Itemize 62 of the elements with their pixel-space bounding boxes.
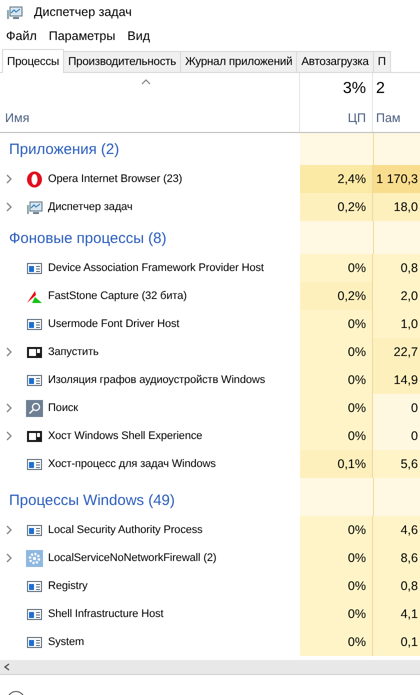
- menu-item[interactable]: Файл: [2, 29, 41, 43]
- column-total: 3%: [342, 80, 366, 98]
- column-header[interactable]: ЦП: [348, 111, 366, 125]
- process-name[interactable]: Usermode Font Driver Host: [48, 318, 180, 330]
- cpu-cell: 0%: [300, 422, 373, 450]
- group-title: Процессы Windows (49): [9, 492, 175, 509]
- process-name[interactable]: Хост Windows Shell Experience: [48, 430, 202, 442]
- process-name[interactable]: Запустить: [48, 346, 99, 358]
- process-name[interactable]: Поиск: [48, 402, 78, 414]
- cpu-cell: 0%: [300, 544, 373, 572]
- process-name[interactable]: Local Security Authority Process: [48, 524, 203, 536]
- cpu-cell: 0%: [300, 338, 373, 366]
- memory-cell: 5,6: [373, 450, 420, 478]
- tab[interactable]: Автозагрузка: [296, 51, 374, 72]
- tab[interactable]: Производительность: [63, 51, 182, 72]
- memory-cell: 2,0: [373, 282, 420, 310]
- memory-cell: 1 170,3: [373, 165, 420, 193]
- cpu-cell: 0%: [300, 366, 373, 394]
- window-title: Диспетчер задач: [34, 5, 132, 19]
- memory-cell: 1,0: [373, 310, 420, 338]
- cpu-cell: 0%: [300, 310, 373, 338]
- menu-item[interactable]: Параметры: [44, 29, 120, 43]
- group-title: Приложения (2): [9, 141, 120, 158]
- memory-cell: 0: [373, 422, 420, 450]
- column-header[interactable]: Пам: [376, 111, 401, 125]
- tab[interactable]: Процессы: [2, 49, 64, 73]
- process-name[interactable]: Registry: [48, 580, 88, 592]
- cpu-cell: 0,2%: [300, 282, 373, 310]
- process-name[interactable]: Хост-процесс для задач Windows: [48, 458, 216, 470]
- tab[interactable]: Журнал приложений: [180, 51, 298, 72]
- menu-item[interactable]: Вид: [123, 29, 154, 43]
- cpu-cell: 2,4%: [300, 165, 373, 193]
- process-name[interactable]: Opera Internet Browser (23): [48, 173, 182, 185]
- cpu-cell: 0%: [300, 394, 373, 422]
- cpu-cell: 0%: [300, 600, 373, 628]
- memory-cell: 14,9: [373, 366, 420, 394]
- memory-cell: 0: [373, 394, 420, 422]
- process-name[interactable]: Изоляция графов аудиоустройств Windows: [48, 374, 266, 386]
- process-name[interactable]: FastStone Capture (32 бита): [48, 290, 187, 302]
- process-name[interactable]: LocalServiceNoNetworkFirewall (2): [48, 552, 216, 564]
- memory-cell: 4,6: [373, 516, 420, 544]
- group-title: Фоновые процессы (8): [9, 230, 166, 247]
- memory-cell: 22,7: [373, 338, 420, 366]
- process-name[interactable]: Диспетчер задач: [48, 201, 133, 213]
- cpu-cell: 0,2%: [300, 193, 373, 221]
- cpu-cell: 0%: [300, 516, 373, 544]
- process-name[interactable]: Device Association Framework Provider Host: [48, 262, 264, 274]
- cpu-cell: 0%: [300, 572, 373, 600]
- cpu-cell: 0%: [300, 254, 373, 282]
- process-name[interactable]: System: [48, 636, 84, 648]
- memory-cell: 4,1: [373, 600, 420, 628]
- memory-cell: 0,8: [373, 572, 420, 600]
- memory-cell: 18,0: [373, 193, 420, 221]
- column-header[interactable]: Имя: [5, 111, 299, 125]
- cpu-cell: 0,1%: [300, 450, 373, 478]
- column-total: 2: [376, 80, 385, 98]
- memory-cell: 0,8: [373, 254, 420, 282]
- memory-cell: 0,1: [373, 628, 420, 656]
- process-name[interactable]: Shell Infrastructure Host: [48, 608, 164, 620]
- cpu-cell: 0%: [300, 628, 373, 656]
- tab[interactable]: П: [372, 51, 391, 72]
- memory-cell: 8,6: [373, 544, 420, 572]
